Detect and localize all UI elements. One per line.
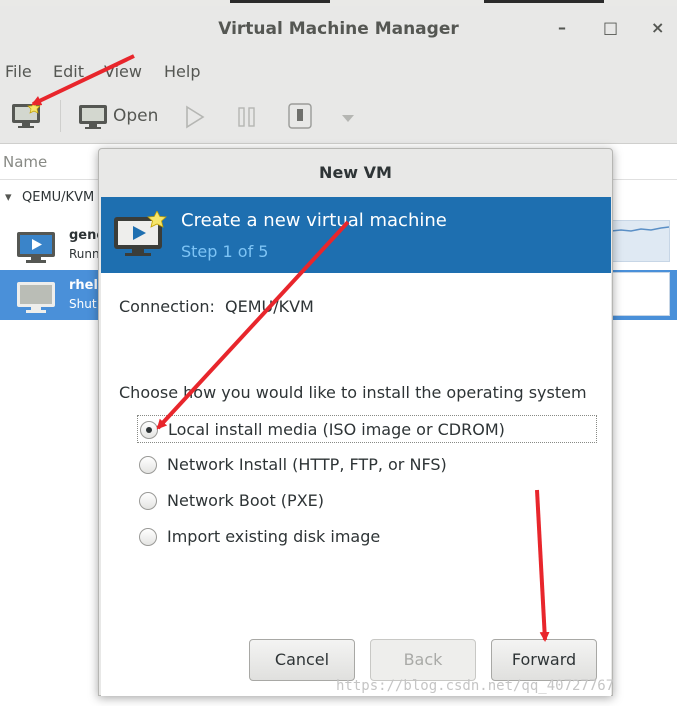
new-vm-button[interactable] [10, 100, 44, 130]
minimize-button[interactable]: – [558, 18, 566, 37]
wizard-title: Create a new virtual machine [181, 210, 447, 231]
radio-button[interactable] [139, 528, 157, 546]
column-name-header[interactable]: Name [3, 153, 47, 171]
connection-value: QEMU/KVM [225, 297, 314, 316]
option-import-disk[interactable]: Import existing disk image [137, 523, 597, 551]
cancel-button[interactable]: Cancel [249, 639, 355, 681]
expander-icon[interactable]: ▾ [5, 190, 12, 205]
top-strip-segment [484, 0, 604, 3]
option-network-boot[interactable]: Network Boot (PXE) [137, 487, 597, 515]
option-label: Local install media (ISO image or CDROM) [168, 420, 505, 439]
cpu-sparkline [610, 226, 670, 232]
wizard-step: Step 1 of 5 [181, 242, 269, 261]
dialog-content: Connection: QEMU/KVM Choose how you woul… [101, 273, 611, 696]
shutoff-monitor-icon [17, 282, 55, 313]
connection-label: Connection: [119, 297, 215, 316]
toolbar: Open [0, 88, 677, 144]
option-local-install[interactable]: Local install media (ISO image or CDROM) [137, 415, 597, 443]
menu-edit[interactable]: Edit [53, 62, 84, 81]
maximize-button[interactable]: □ [603, 18, 618, 37]
vm-name: rhel [69, 278, 98, 293]
connection-group-label: QEMU/KVM [22, 190, 95, 205]
menu-help[interactable]: Help [164, 62, 200, 81]
run-icon[interactable] [184, 105, 206, 129]
vm-status: Runn [69, 247, 100, 261]
menu-bar: File Edit View Help [0, 54, 677, 88]
option-network-install[interactable]: Network Install (HTTP, FTP, or NFS) [137, 451, 597, 479]
cpu-usage-graph [610, 220, 670, 262]
option-label: Import existing disk image [167, 527, 381, 546]
option-label: Network Install (HTTP, FTP, or NFS) [167, 455, 447, 474]
watermark: https://blog.csdn.net/qq_40727767 [336, 678, 615, 694]
monitor-icon [79, 105, 107, 129]
toolbar-separator [60, 100, 61, 132]
window-title: Virtual Machine Manager [218, 19, 459, 39]
radio-button[interactable] [139, 492, 157, 510]
close-button[interactable]: × [651, 18, 664, 37]
running-monitor-icon [17, 232, 55, 263]
menu-view[interactable]: View [104, 62, 142, 81]
new-vm-icon [12, 101, 41, 128]
forward-button[interactable]: Forward [491, 639, 597, 681]
new-vm-icon [114, 211, 167, 256]
open-label: Open [113, 106, 159, 126]
shutdown-icon[interactable] [287, 102, 313, 130]
cpu-usage-graph [610, 272, 670, 316]
option-label: Network Boot (PXE) [167, 491, 325, 510]
new-vm-dialog: New VM Create a new virtual machine Step… [98, 148, 613, 696]
chevron-down-icon[interactable] [340, 112, 356, 124]
dialog-title: New VM [319, 163, 392, 182]
radio-button[interactable] [140, 421, 158, 439]
title-bar: Virtual Machine Manager – □ × [0, 6, 677, 54]
menu-file[interactable]: File [5, 62, 32, 81]
wizard-banner: Create a new virtual machine Step 1 of 5 [101, 197, 611, 273]
pause-icon[interactable] [236, 105, 258, 129]
top-strip-segment [230, 0, 330, 3]
vm-status: Shut [69, 297, 97, 311]
back-button[interactable]: Back [370, 639, 476, 681]
radio-button[interactable] [139, 456, 157, 474]
install-method-prompt: Choose how you would like to install the… [119, 383, 587, 402]
